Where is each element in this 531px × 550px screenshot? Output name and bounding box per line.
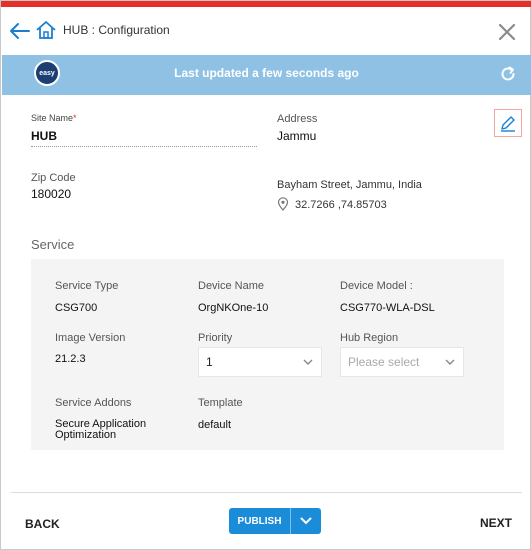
service-panel: Service Type CSG700 Device Name OrgNKOne… <box>31 259 504 450</box>
last-updated-text: Last updated a few seconds ago <box>174 66 359 80</box>
service-section-title: Service <box>31 237 75 252</box>
footer-divider <box>11 492 522 493</box>
device-model-value: CSG770-WLA-DSL <box>340 302 435 314</box>
refresh-icon[interactable] <box>499 65 517 83</box>
device-name-value: OrgNKOne-10 <box>198 302 269 314</box>
street-address: Bayham Street, Jammu, India <box>277 179 422 191</box>
close-icon[interactable] <box>496 21 518 43</box>
zip-code-label: Zip Code <box>31 172 76 184</box>
wizard-window: HUB : Configuration easy Last updated a … <box>0 0 531 550</box>
image-version-label: Image Version <box>55 332 126 344</box>
template-label: Template <box>198 397 243 409</box>
address-value: Jammu <box>277 129 317 143</box>
back-button[interactable]: BACK <box>25 517 60 531</box>
hub-region-select[interactable]: Please select <box>340 347 464 377</box>
edit-button[interactable] <box>494 109 522 137</box>
required-marker: * <box>73 113 77 123</box>
service-type-label: Service Type <box>55 280 119 292</box>
service-type-value: CSG700 <box>55 302 98 314</box>
publish-button[interactable]: PUBLISH <box>229 508 291 534</box>
zip-code-value: 180020 <box>31 187 72 201</box>
site-name-input[interactable] <box>31 125 257 147</box>
status-bar: easy Last updated a few seconds ago <box>2 55 531 95</box>
publish-button-group[interactable]: PUBLISH <box>229 508 321 534</box>
service-addons-value: Secure Application Optimization <box>55 418 147 441</box>
coordinates-text: 32.7266 ,74.85703 <box>295 199 387 211</box>
header: HUB : Configuration <box>1 7 531 55</box>
next-button[interactable]: NEXT <box>480 516 512 530</box>
address-label: Address <box>277 113 318 125</box>
location-pin-icon <box>277 197 289 211</box>
chevron-down-icon <box>445 359 455 365</box>
hub-region-label: Hub Region <box>340 332 399 344</box>
template-value: default <box>198 419 232 431</box>
home-icon[interactable] <box>35 19 57 41</box>
priority-label: Priority <box>198 332 233 344</box>
device-name-label: Device Name <box>198 280 265 292</box>
site-name-label: Site Name* <box>31 113 77 123</box>
priority-selected-value: 1 <box>206 355 213 369</box>
chevron-down-icon <box>303 359 313 365</box>
device-model-label: Device Model : <box>340 280 413 292</box>
back-arrow-icon[interactable] <box>9 20 31 42</box>
chevron-down-icon <box>300 517 312 525</box>
page-title: HUB : Configuration <box>63 23 170 37</box>
service-addons-label: Service Addons <box>55 397 132 409</box>
image-version-value: 21.2.3 <box>55 353 86 365</box>
hub-region-placeholder: Please select <box>348 355 420 369</box>
priority-select[interactable]: 1 <box>198 347 322 377</box>
pencil-icon <box>501 116 515 132</box>
publish-dropdown-toggle[interactable] <box>291 508 321 534</box>
